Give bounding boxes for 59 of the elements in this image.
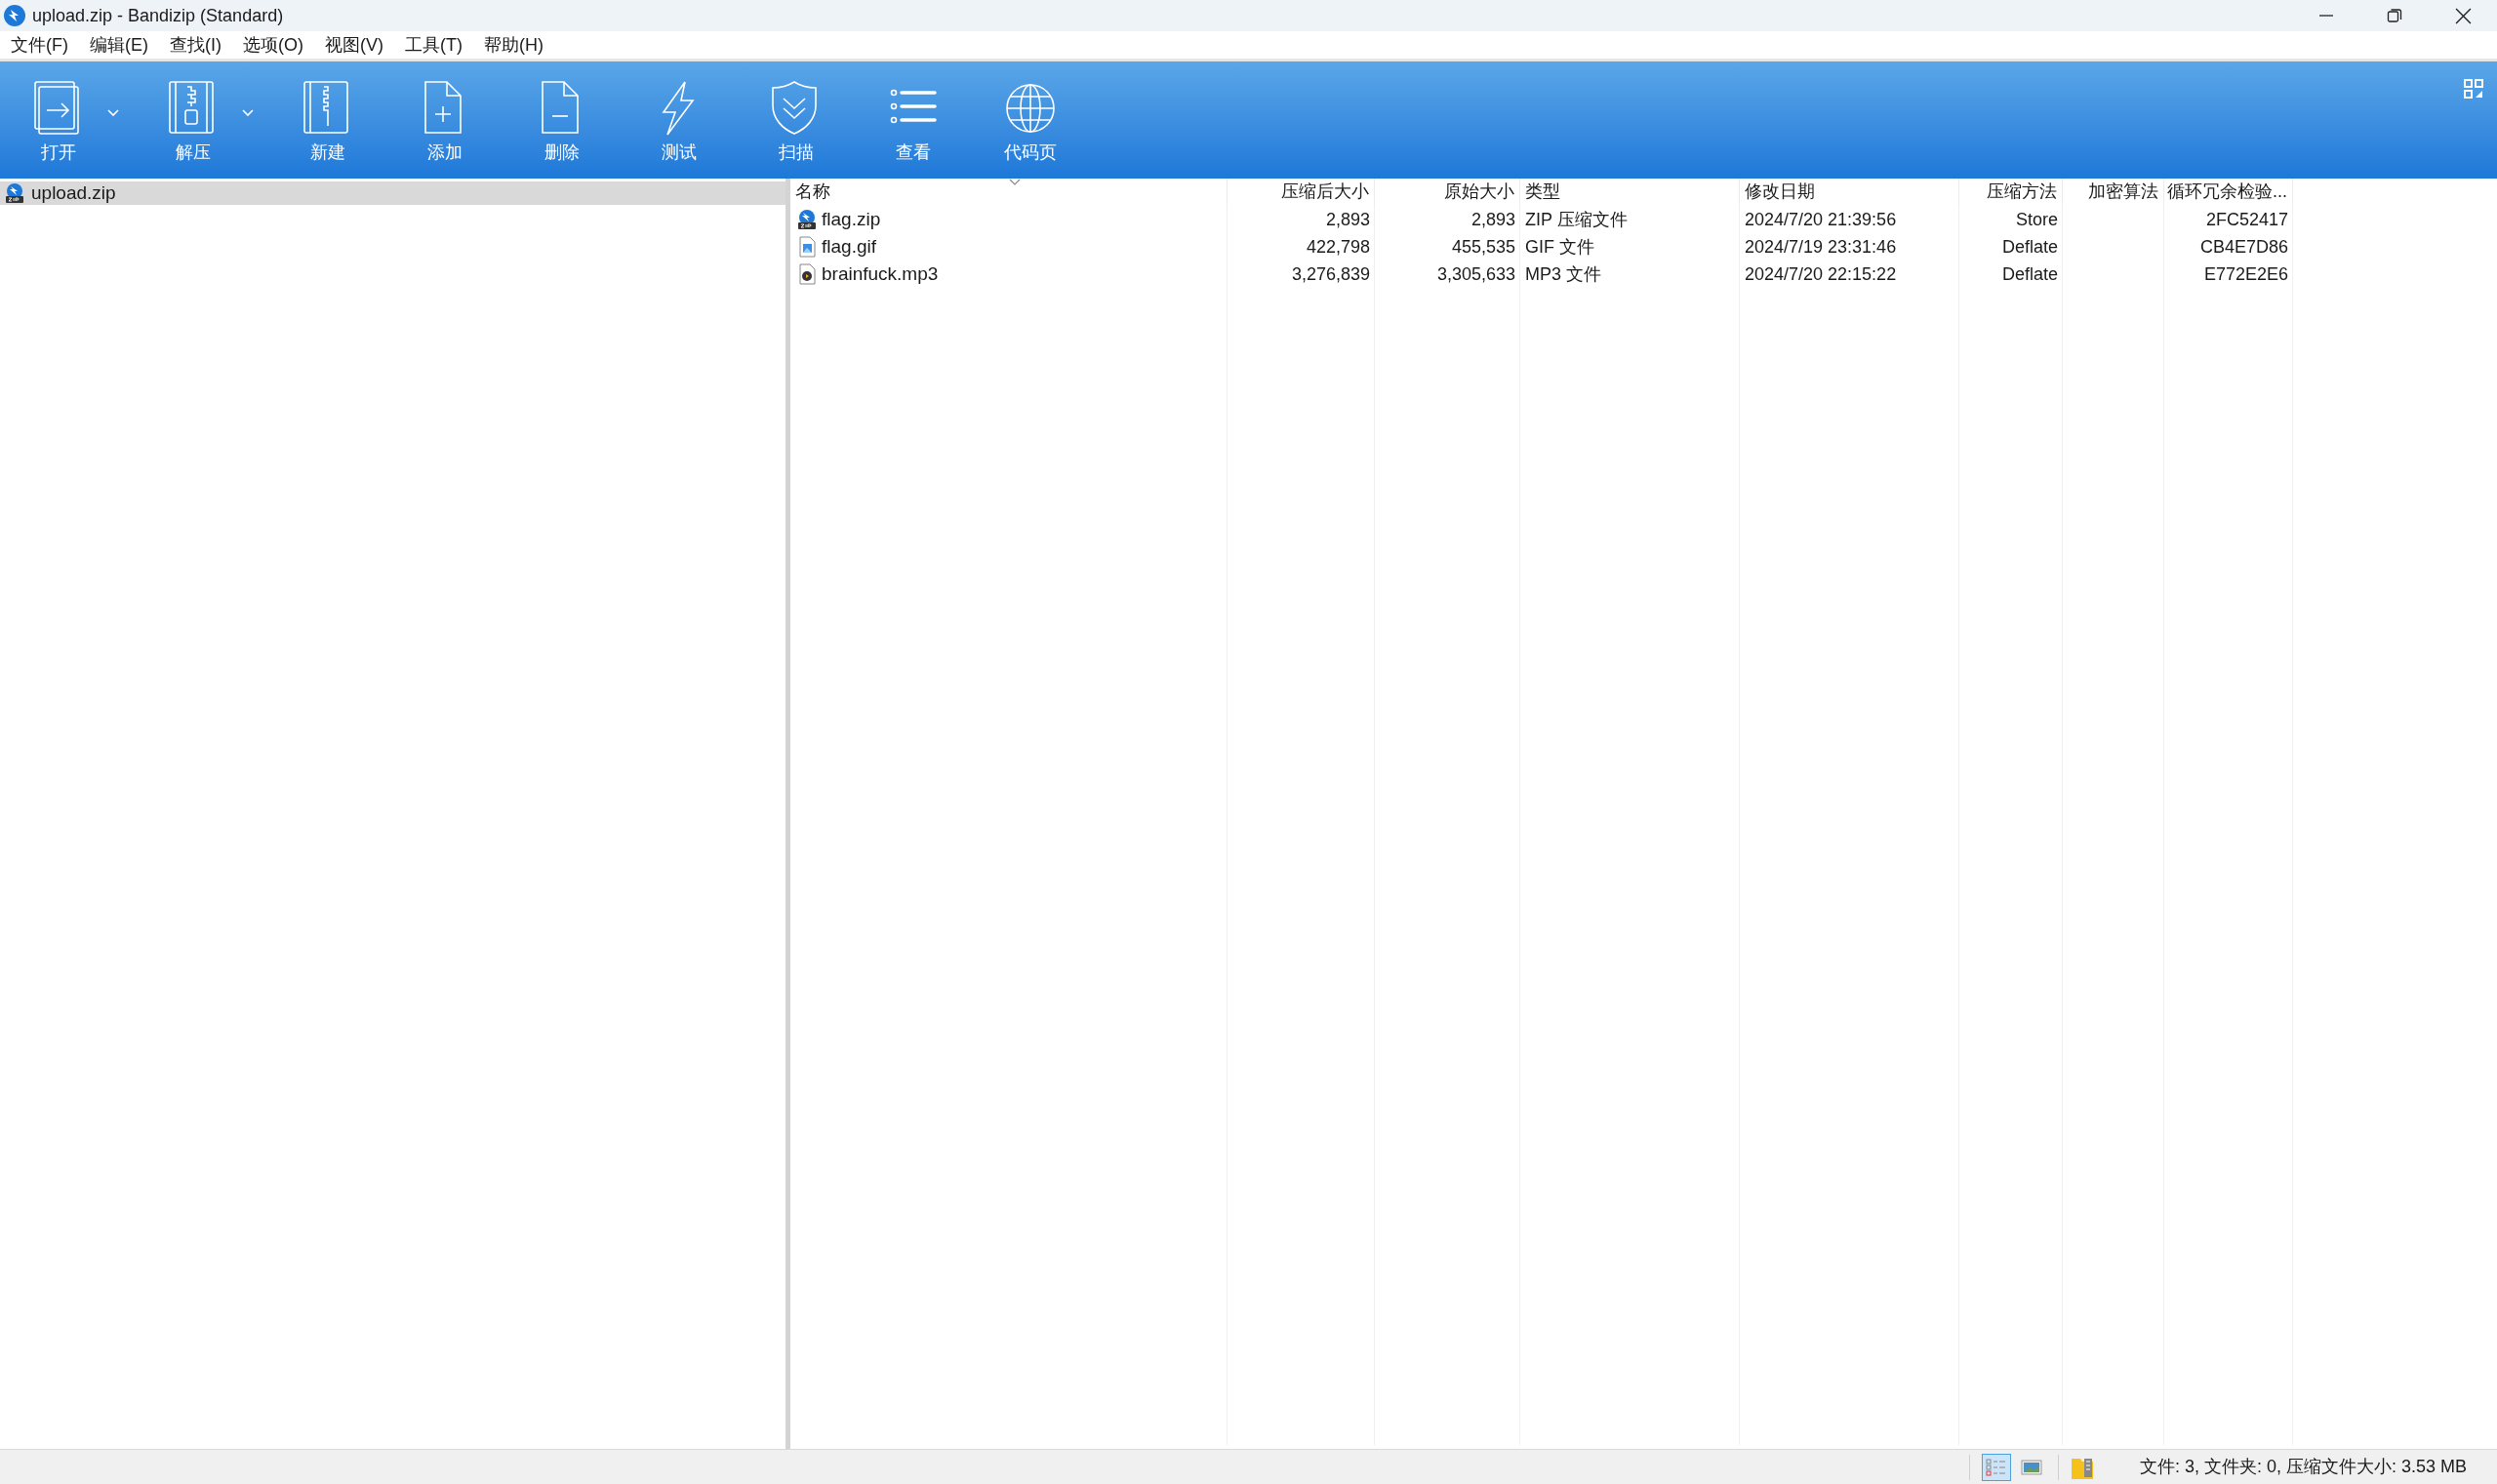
toolbar-button[interactable]: 打开 [21,79,96,166]
file-name[interactable]: brainfuck.mp3 [822,260,939,289]
toolbar-button[interactable]: 查看 [876,79,950,166]
menu-item[interactable]: 工具(T) [394,31,473,59]
column-header[interactable]: 修改日期 [1740,179,1959,206]
toolbar-button[interactable]: 测试 [642,79,716,166]
toolbar-button[interactable]: 扫描 [759,79,833,166]
column-header[interactable]: 类型 [1520,179,1740,206]
table-cell-text: 455,535 [1451,235,1515,259]
table-cell-text: CB4E7D86 [2199,235,2288,259]
app-logo-icon [3,4,26,27]
column-header[interactable]: 加密算法 [2063,179,2164,206]
menu-item[interactable]: 选项(O) [232,31,314,59]
close-icon[interactable] [2454,7,2472,24]
table-cell-text: Deflate [2001,235,2058,259]
table-cell-text: E772E2E6 [2203,262,2288,286]
toolbar-button[interactable]: 新建 [291,79,365,166]
column-header[interactable]: 循环冗余检验... [2164,179,2293,206]
menu-item[interactable]: 查找(I) [159,31,232,59]
dropdown-caret-icon[interactable] [107,109,119,117]
dropdown-caret-icon[interactable] [242,109,254,117]
table-cell-text: 2024/7/20 21:39:56 [1745,208,1897,231]
image-file-icon [796,236,818,258]
toolbar-button[interactable]: 删除 [525,79,599,166]
tree-item[interactable]: upload.zip [0,181,785,205]
table-cell-text: ZIP 压缩文件 [1525,208,1628,231]
menu-item[interactable]: 文件(F) [0,31,79,59]
column-header[interactable]: 压缩后大小 [1228,179,1375,206]
table-cell-text: Store [2015,208,2058,231]
table-cell-text: 422,798 [1306,235,1370,259]
toolbar-button[interactable]: 添加 [408,79,482,166]
layout-toggle-icon[interactable] [2464,79,2483,99]
table-cell-text: MP3 文件 [1525,262,1601,286]
column-header[interactable]: 压缩方法 [1959,179,2063,206]
table-cell-text: 3,305,633 [1436,262,1515,286]
file-name[interactable]: flag.zip [822,205,881,234]
column-header[interactable]: 原始大小 [1375,179,1520,206]
restore-icon[interactable] [2387,8,2402,23]
table-cell-text: 2,893 [1325,208,1370,231]
table-cell-text: GIF 文件 [1525,235,1594,259]
table-cell-text: 3,276,839 [1291,262,1370,286]
window-title: upload.zip - Bandizip (Standard) [32,4,284,27]
menu-item[interactable]: 视图(V) [314,31,394,59]
details-view-button[interactable] [1982,1453,2011,1481]
file-name[interactable]: flag.gif [822,232,876,261]
zip-archive-icon [796,209,818,230]
audio-file-icon [796,263,818,285]
status-text: 文件: 3, 文件夹: 0, 压缩文件大小: 3.53 MB [2140,1456,2468,1478]
table-cell-text: 2024/7/19 23:31:46 [1745,235,1897,259]
table-cell-text: 2FC52417 [2205,208,2288,231]
toolbar-button[interactable]: 代码页 [993,79,1067,166]
column-header[interactable]: 名称 [790,179,1228,206]
table-cell-text: 2024/7/20 22:15:22 [1745,262,1897,286]
table-cell-text: 2,893 [1470,208,1515,231]
table-cell-text: Deflate [2001,262,2058,286]
toolbar-button[interactable]: 解压 [156,79,230,166]
menu-item[interactable]: 帮助(H) [472,31,554,59]
zip-archive-icon [4,182,25,204]
menu-item[interactable]: 编辑(E) [79,31,159,59]
